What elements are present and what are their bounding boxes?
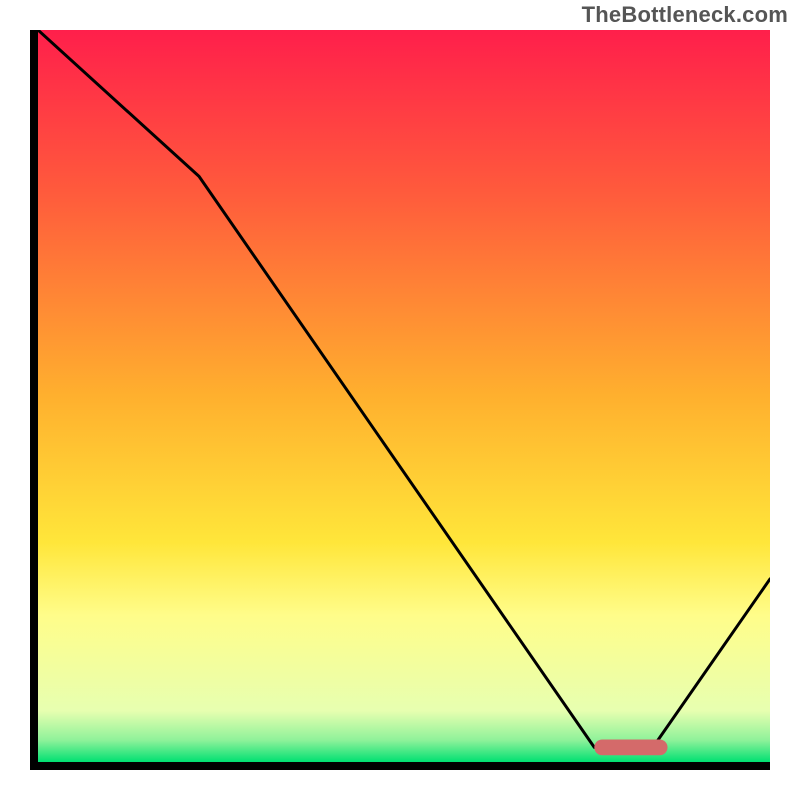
watermark-text: TheBottleneck.com — [582, 2, 788, 28]
plot-area — [38, 30, 770, 762]
optimum-marker — [594, 739, 667, 755]
plot-frame — [30, 30, 770, 770]
gradient-background — [38, 30, 770, 762]
chart-container: TheBottleneck.com — [0, 0, 800, 800]
chart-svg — [38, 30, 770, 762]
